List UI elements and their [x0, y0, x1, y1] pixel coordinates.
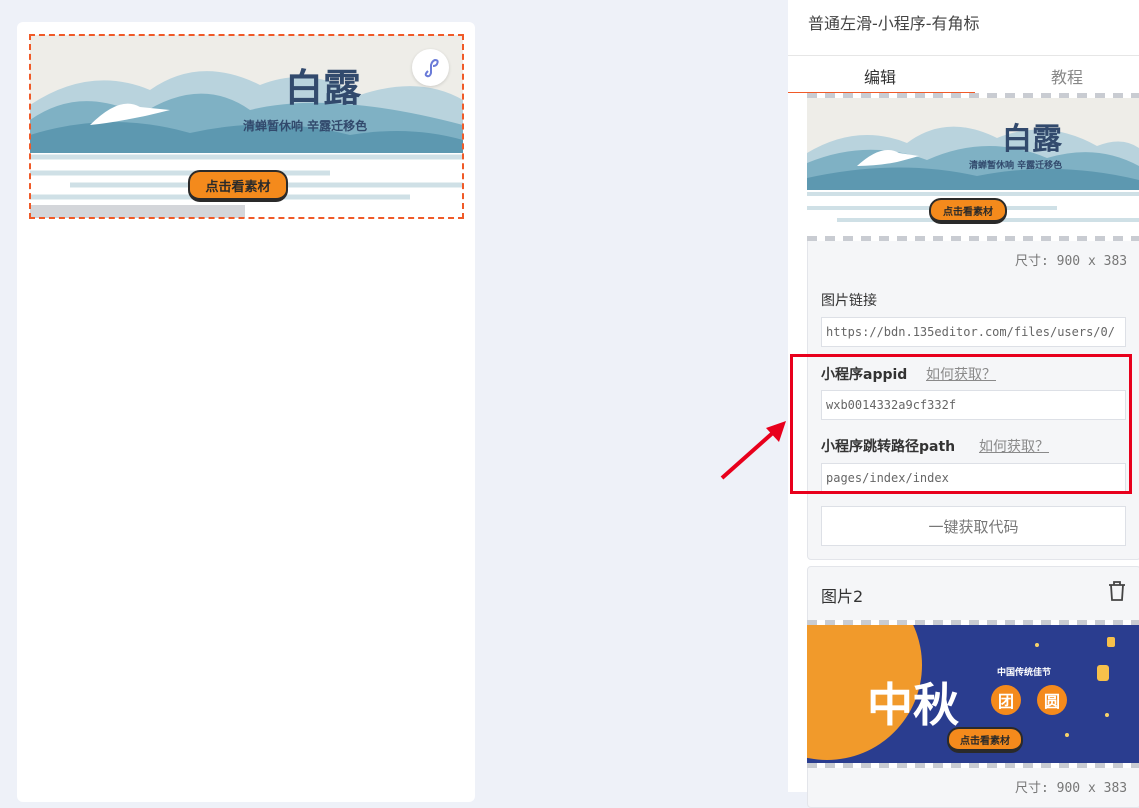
image2-thumb-subtitle: 中国传统佳节 [997, 668, 1052, 678]
image2-thumbnail[interactable]: 中秋 团 圆 中国传统佳节 点击看素材 [807, 625, 1139, 763]
image2-bottom-dash [807, 763, 1139, 768]
image2-size-label: 尺寸: 900 x 383 [1015, 781, 1128, 796]
image2-title: 图片2 [821, 587, 864, 606]
image1-thumb-title: 白露 [1002, 122, 1062, 157]
banner-cta-button[interactable]: 点击看素材 [188, 170, 288, 202]
image-link-label: 图片链接 [821, 293, 877, 309]
red-arrow-icon [720, 421, 786, 480]
highlight-box [790, 354, 1132, 494]
tab-edit[interactable]: 编辑 [864, 64, 896, 88]
image-link-input[interactable]: https://bdn.135editor.com/files/users/0/ [821, 317, 1126, 347]
banner-image[interactable]: 白露 清蝉暂休响 辛露迁移色 点击看素材 [29, 34, 464, 219]
panel-title: 普通左滑-小程序-有角标 [808, 14, 980, 33]
image2-badge-2: 圆 [1037, 685, 1067, 715]
image1-size-label: 尺寸: 900 x 383 [1015, 254, 1128, 269]
image1-thumb-button: 点击看素材 [929, 198, 1007, 224]
trash-icon[interactable] [1107, 580, 1127, 602]
tab-tutorial[interactable]: 教程 [1051, 64, 1083, 88]
mini-program-link-badge[interactable] [412, 49, 449, 86]
image1-thumbnail[interactable]: 白露 清蝉暂休响 辛露迁移色 点击看素材 [807, 98, 1139, 236]
image1-thumb-subtitle: 清蝉暂休响 辛露迁移色 [969, 161, 1063, 171]
banner-title: 白露 [285, 65, 362, 110]
image1-bottom-dash [807, 236, 1139, 241]
image2-badge-1: 团 [991, 685, 1021, 715]
get-code-button[interactable]: 一键获取代码 [821, 506, 1126, 546]
panel-tabs: 编辑 教程 [788, 55, 1139, 94]
link-icon [424, 58, 439, 77]
image2-thumb-big-title: 中秋 [867, 678, 959, 732]
image2-thumb-button: 点击看素材 [947, 727, 1023, 753]
banner-subtitle: 清蝉暂休响 辛露迁移色 [243, 119, 368, 133]
